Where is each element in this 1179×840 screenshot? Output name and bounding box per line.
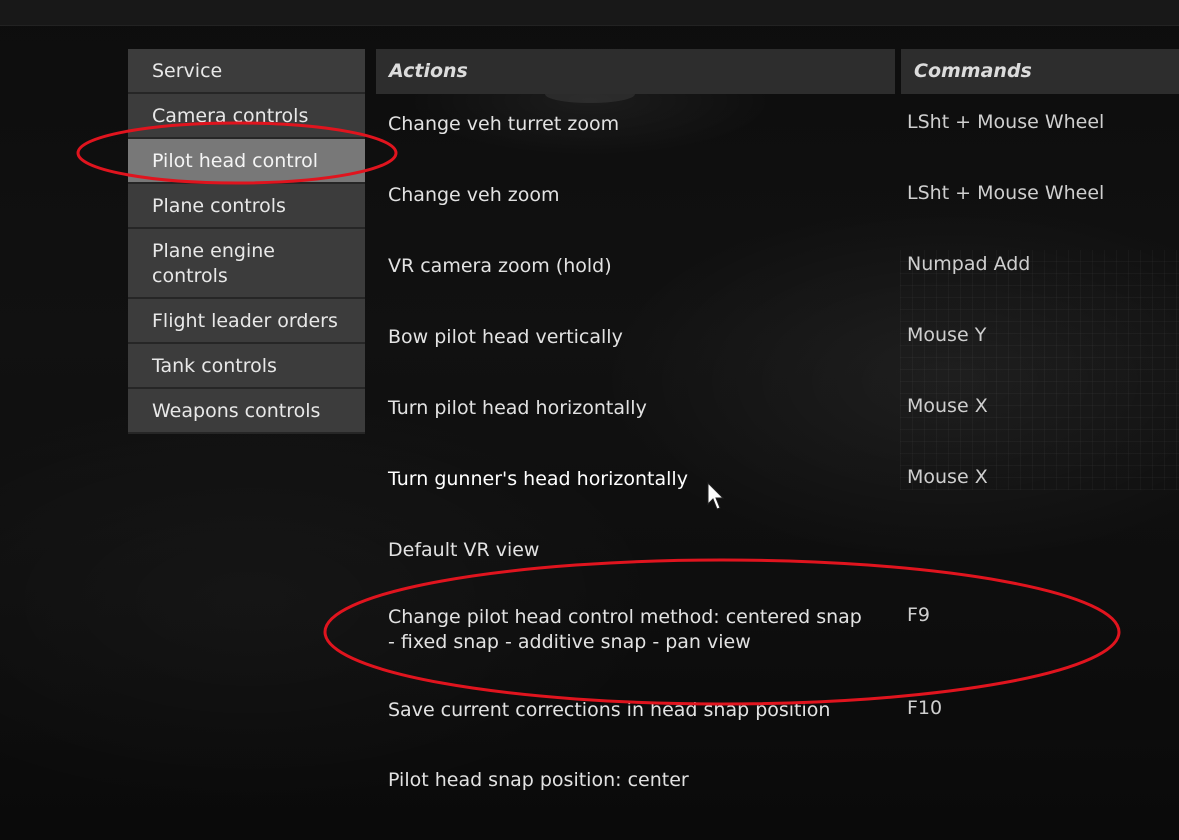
command-binding[interactable]: Mouse X <box>907 394 1177 419</box>
top-bar <box>0 0 1179 26</box>
table-row[interactable]: Default VR view <box>376 520 1179 591</box>
table-row[interactable]: Bow pilot head vertically Mouse Y <box>376 307 1179 378</box>
mouse-cursor-icon <box>707 482 725 510</box>
action-label: Change veh turret zoom <box>388 113 620 135</box>
table-row[interactable]: Save current corrections in head snap po… <box>376 683 1179 754</box>
sidebar-item-label: Plane engine controls <box>152 240 275 287</box>
table-row[interactable]: Turn pilot head horizontally Mouse X <box>376 378 1179 449</box>
action-label: Change pilot head control method: center… <box>388 606 862 653</box>
sidebar-item-tank-controls[interactable]: Tank controls <box>128 344 365 389</box>
action-label: Default VR view <box>388 539 540 561</box>
commands-column-header[interactable]: Commands <box>901 49 1179 94</box>
sidebar-item-camera-controls[interactable]: Camera controls <box>128 94 365 139</box>
sidebar-item-label: Flight leader orders <box>152 310 338 332</box>
sidebar-item-label: Tank controls <box>152 355 277 377</box>
sidebar-item-label: Service <box>152 60 223 82</box>
sidebar-item-label: Weapons controls <box>152 400 321 422</box>
command-binding[interactable]: LSht + Mouse Wheel <box>907 110 1177 135</box>
table-row[interactable]: Change pilot head control method: center… <box>376 591 1179 683</box>
action-label: Pilot head snap position: center <box>388 769 689 791</box>
sidebar-item-service[interactable]: Service <box>128 49 365 94</box>
action-label: Bow pilot head vertically <box>388 326 623 348</box>
command-binding[interactable]: Mouse Y <box>907 323 1177 348</box>
sidebar-item-pilot-head-control[interactable]: Pilot head control <box>128 139 365 184</box>
sidebar-item-label: Camera controls <box>152 105 309 127</box>
table-header: Actions Commands <box>376 49 1179 94</box>
command-binding[interactable]: Numpad Add <box>907 252 1177 277</box>
sidebar-item-flight-leader-orders[interactable]: Flight leader orders <box>128 299 365 344</box>
controls-settings-screen: Service Camera controls Pilot head contr… <box>0 0 1179 840</box>
table-row[interactable]: Change veh zoom LSht + Mouse Wheel <box>376 165 1179 236</box>
command-binding[interactable]: Mouse X <box>907 465 1177 490</box>
sidebar-item-label: Pilot head control <box>152 150 319 172</box>
action-label: VR camera zoom (hold) <box>388 255 612 277</box>
action-label: Turn pilot head horizontally <box>388 397 647 419</box>
sidebar-item-weapons-controls[interactable]: Weapons controls <box>128 389 365 434</box>
command-binding[interactable]: F9 <box>907 603 1177 628</box>
action-label: Change veh zoom <box>388 184 560 206</box>
sidebar-item-label: Plane controls <box>152 195 286 217</box>
action-label: Turn gunner's head horizontally <box>388 468 688 490</box>
command-binding[interactable]: LSht + Mouse Wheel <box>907 181 1177 206</box>
actions-column-header[interactable]: Actions <box>376 49 895 94</box>
sidebar-item-plane-controls[interactable]: Plane controls <box>128 184 365 229</box>
table-row[interactable]: VR camera zoom (hold) Numpad Add <box>376 236 1179 307</box>
table-row[interactable]: Change veh turret zoom LSht + Mouse Whee… <box>376 94 1179 165</box>
action-label: Save current corrections in head snap po… <box>388 699 831 721</box>
table-row[interactable]: Pilot head snap position: center <box>376 754 1179 825</box>
command-binding[interactable]: F10 <box>907 696 1177 721</box>
sidebar-item-plane-engine-controls[interactable]: Plane engine controls <box>128 229 365 299</box>
category-sidebar: Service Camera controls Pilot head contr… <box>128 49 365 434</box>
table-row[interactable]: Turn gunner's head horizontally Mouse X <box>376 449 1179 520</box>
